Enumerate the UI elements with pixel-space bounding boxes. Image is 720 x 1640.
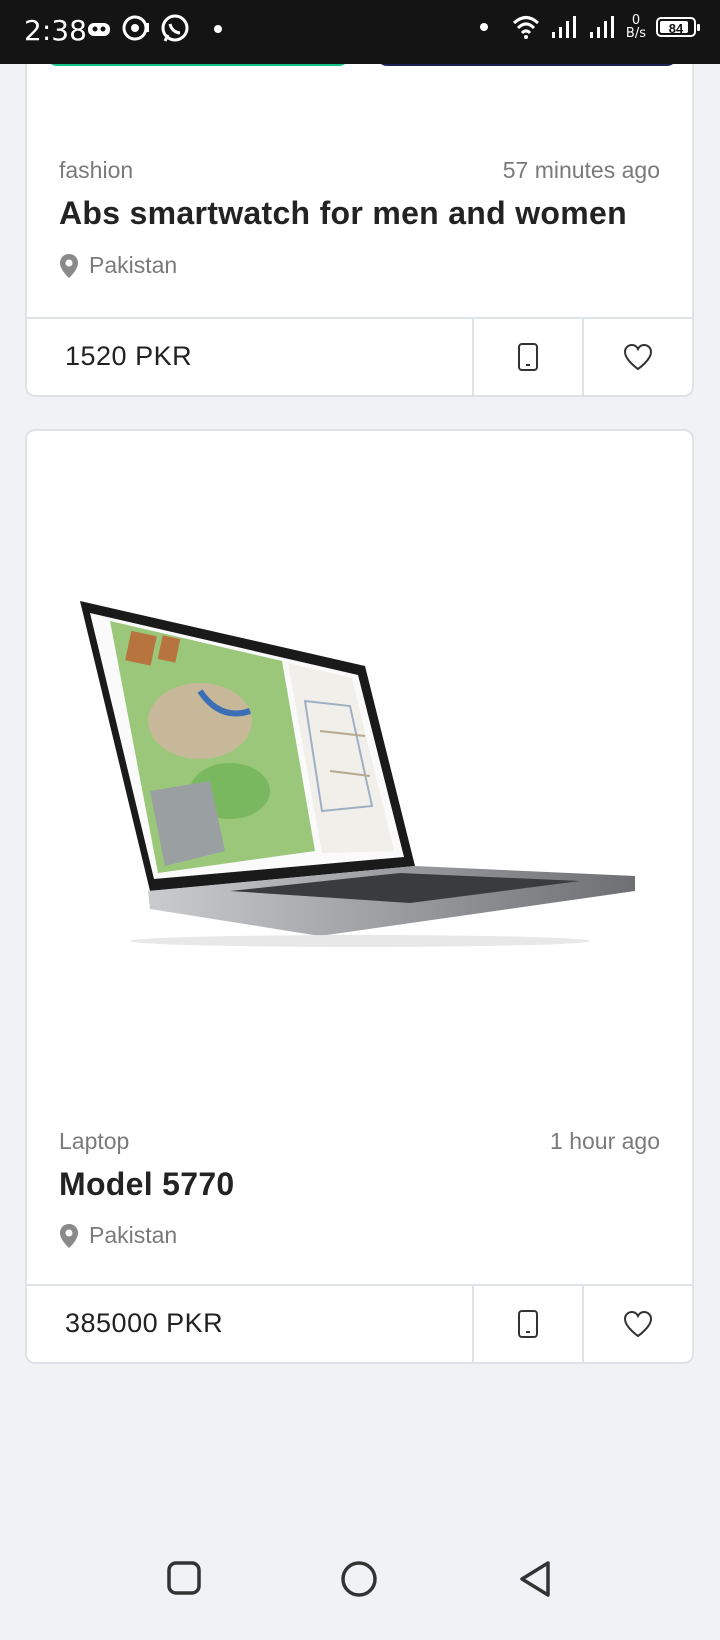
location-label: Pakistan — [89, 1222, 178, 1248]
back-button[interactable] — [518, 1560, 554, 1598]
notification-icons — [86, 14, 222, 44]
listing-category: fashion — [59, 157, 134, 183]
location-pin-icon — [60, 253, 78, 278]
location-label: Pakistan — [89, 252, 178, 278]
listing-category: Laptop — [59, 1128, 130, 1154]
favorite-button[interactable] — [582, 319, 692, 395]
call-button[interactable] — [472, 1286, 582, 1362]
chat-icon — [122, 15, 149, 41]
signal-icon — [589, 16, 614, 38]
speed-unit: B/s — [625, 26, 646, 41]
listing-location: Pakistan — [59, 252, 177, 279]
listing-image[interactable] — [27, 431, 692, 1111]
listing-title[interactable]: Model 5770 — [59, 1166, 672, 1203]
system-icons: 0 B/s 84 — [479, 14, 700, 40]
signal-icon — [551, 16, 576, 38]
phone-icon — [518, 343, 538, 371]
favorite-button[interactable] — [582, 1286, 692, 1362]
status-time: 2:38 — [24, 14, 87, 47]
listing-location: Pakistan — [59, 1222, 177, 1249]
listing-card[interactable]: Laptop 1 hour ago Model 5770 Pakistan 38… — [25, 429, 694, 1364]
recent-apps-button[interactable] — [166, 1560, 202, 1596]
listing-action-bar: 385000 PKR — [27, 1284, 692, 1362]
listing-time: 57 minutes ago — [502, 157, 660, 183]
listing-action-bar: 1520 PKR — [27, 317, 692, 395]
heart-icon — [623, 1310, 653, 1338]
location-pin-icon — [60, 1223, 78, 1248]
home-button[interactable] — [340, 1560, 378, 1598]
heart-icon — [623, 343, 653, 371]
battery-level: 84 — [668, 21, 684, 36]
listing-price: 385000 PKR — [65, 1308, 224, 1338]
status-bar: 2:38 0 B/s 84 — [0, 0, 720, 64]
listing-price: 1520 PKR — [65, 341, 193, 371]
wifi-icon — [512, 16, 539, 39]
battery-icon: 84 — [656, 17, 700, 37]
navigation-bar — [0, 1530, 720, 1640]
listing-meta: fashion 57 minutes ago — [59, 157, 660, 184]
gamepad-icon — [88, 23, 110, 36]
network-speed: 0 B/s — [626, 14, 646, 40]
call-button[interactable] — [472, 319, 582, 395]
whatsapp-icon — [161, 14, 189, 42]
listing-title[interactable]: Abs smartwatch for men and women — [59, 195, 672, 232]
phone-icon — [518, 1310, 538, 1338]
dot-icon — [214, 25, 222, 33]
listing-card[interactable]: fashion 57 minutes ago Abs smartwatch fo… — [25, 30, 694, 397]
listing-time: 1 hour ago — [550, 1128, 660, 1154]
listing-meta: Laptop 1 hour ago — [59, 1128, 660, 1155]
laptop-image — [79, 601, 635, 947]
dot-icon — [479, 23, 488, 31]
